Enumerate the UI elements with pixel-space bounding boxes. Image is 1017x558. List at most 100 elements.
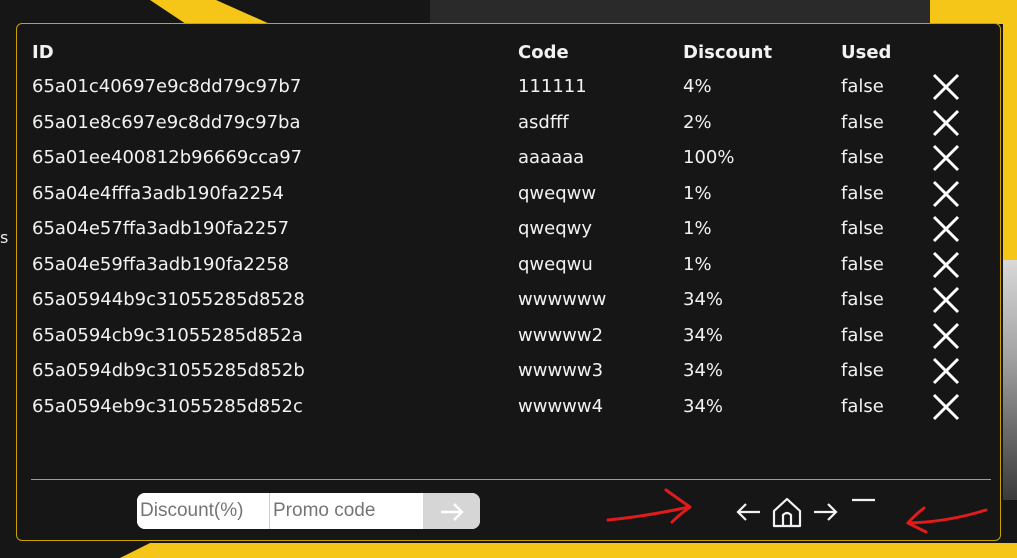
cell-id: 65a01c40697e9c8dd79c97b7 (32, 76, 302, 97)
header-code: Code (518, 42, 569, 63)
header-id: ID (32, 42, 54, 63)
cell-used: false (841, 111, 884, 133)
close-icon (932, 73, 960, 101)
home-icon (772, 497, 802, 528)
cell-id: 65a01e8c697e9c8dd79c97ba (32, 111, 301, 133)
delete-promo-button[interactable] (931, 250, 961, 280)
table-row: 65a04e4fffa3adb190fa2254 qweqww 1% false (17, 177, 1000, 211)
cell-id: 65a0594eb9c31055285d852c (32, 395, 303, 417)
dash-icon (852, 498, 875, 502)
cell-code: wwwww4 (518, 395, 604, 417)
cell-used: false (841, 218, 884, 239)
table-row: 65a01e8c697e9c8dd79c97ba asdfff 2% false (17, 106, 1000, 140)
cell-code: wwwwww (518, 289, 607, 310)
annotation-arrow-left-icon (906, 506, 988, 534)
pagination (732, 494, 882, 530)
cell-used: false (841, 289, 884, 310)
table-row: 65a01ee400812b96669cca97 aaaaaa 100% false (17, 141, 1000, 175)
cell-code: qweqwy (518, 218, 593, 239)
delete-promo-button[interactable] (931, 356, 961, 386)
delete-promo-button[interactable] (931, 214, 961, 244)
header-used: Used (841, 42, 892, 63)
background-yellow-shape (120, 543, 200, 558)
add-promo-form (137, 493, 480, 529)
footer-divider (31, 479, 991, 480)
close-icon (932, 393, 960, 420)
cell-discount: 34% (683, 289, 724, 310)
background-yellow-shape (150, 0, 270, 24)
cell-discount: 4% (683, 76, 712, 97)
cell-used: false (841, 360, 884, 381)
cell-code: wwwww3 (518, 360, 604, 381)
next-page-button[interactable] (808, 494, 842, 530)
add-promo-submit-button[interactable] (423, 493, 480, 529)
arrow-right-icon (441, 503, 464, 521)
cell-used: false (841, 76, 884, 97)
cell-used: false (841, 182, 884, 204)
background-yellow-strip (1003, 20, 1017, 260)
table-row: 65a0594eb9c31055285d852c wwwww4 34% false (17, 390, 1000, 424)
promo-codes-modal: ID Code Discount Used 65a01c40697e9c8dd7… (16, 23, 1001, 541)
cell-code: 111111 (518, 76, 587, 97)
cell-code: wwwww2 (518, 324, 604, 346)
page-indicator (848, 494, 878, 530)
arrow-right-icon (814, 503, 838, 521)
discount-input[interactable] (137, 493, 270, 529)
table-row: 65a0594cb9c31055285d852a wwwww2 34% false (17, 319, 1000, 353)
annotation-arrow-right-icon (606, 488, 692, 524)
arrow-left-icon (736, 503, 760, 521)
close-icon (932, 180, 960, 207)
table-row: 65a04e59ffa3adb190fa2258 qweqwu 1% false (17, 248, 1000, 282)
cell-discount: 1% (683, 218, 712, 239)
close-icon (932, 251, 960, 278)
cell-id: 65a05944b9c31055285d8528 (32, 289, 305, 310)
cell-used: false (841, 324, 884, 346)
cell-id: 65a04e57ffa3adb190fa2257 (32, 218, 290, 239)
delete-promo-button[interactable] (931, 108, 961, 138)
home-button[interactable] (770, 494, 804, 530)
cell-id: 65a04e59ffa3adb190fa2258 (32, 253, 290, 275)
delete-promo-button[interactable] (931, 143, 961, 173)
delete-promo-button[interactable] (931, 392, 961, 422)
cell-discount: 34% (683, 360, 724, 381)
delete-promo-button[interactable] (931, 72, 961, 102)
cell-code: qweqwu (518, 253, 593, 275)
table-row: 65a05944b9c31055285d8528 wwwwww 34% false (17, 283, 1000, 317)
table-row: 65a0594db9c31055285d852b wwwww3 34% false (17, 354, 1000, 388)
background-text-fragment: s (0, 228, 9, 247)
cell-discount: 1% (683, 182, 712, 204)
close-icon (932, 357, 960, 385)
close-icon (932, 322, 960, 349)
cell-code: qweqww (518, 182, 597, 204)
delete-promo-button[interactable] (931, 321, 961, 351)
cell-id: 65a0594db9c31055285d852b (32, 360, 305, 381)
table-header-row: ID Code Discount Used (17, 36, 1000, 70)
cell-used: false (841, 395, 884, 417)
cell-code: aaaaaa (518, 147, 585, 168)
header-discount: Discount (683, 42, 773, 63)
close-icon (932, 109, 960, 136)
cell-discount: 34% (683, 324, 724, 346)
delete-promo-button[interactable] (931, 179, 961, 209)
cell-id: 65a0594cb9c31055285d852a (32, 324, 303, 346)
close-icon (932, 286, 960, 314)
previous-page-button[interactable] (732, 494, 766, 530)
cell-discount: 1% (683, 253, 712, 275)
background-yellow-strip (200, 543, 1017, 558)
table-row: 65a01c40697e9c8dd79c97b7 111111 4% false (17, 70, 1000, 104)
cell-code: asdfff (518, 111, 569, 133)
background-dark-panel (430, 0, 930, 24)
cell-id: 65a04e4fffa3adb190fa2254 (32, 182, 284, 204)
close-icon (932, 215, 960, 243)
cell-discount: 100% (683, 147, 735, 168)
cell-discount: 34% (683, 395, 724, 417)
delete-promo-button[interactable] (931, 285, 961, 315)
background-photo (1003, 260, 1017, 500)
table-row: 65a04e57ffa3adb190fa2257 qweqwy 1% false (17, 212, 1000, 246)
close-icon (932, 144, 960, 172)
cell-used: false (841, 253, 884, 275)
cell-id: 65a01ee400812b96669cca97 (32, 147, 303, 168)
cell-discount: 2% (683, 111, 712, 133)
promo-code-input[interactable] (270, 493, 423, 529)
cell-used: false (841, 147, 884, 168)
